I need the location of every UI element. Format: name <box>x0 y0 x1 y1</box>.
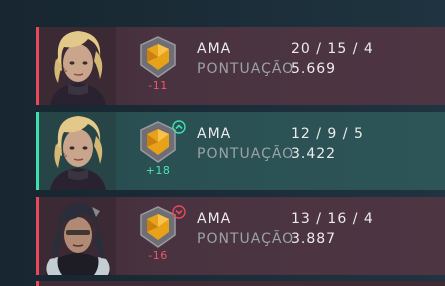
match-row[interactable]: -16 AMA PONTUAÇÃO 13 / 16 / 4 3.887 <box>36 197 445 275</box>
match-row-partial[interactable] <box>36 281 445 286</box>
blonde-agent-portrait <box>40 112 116 190</box>
kda-value: 20 / 15 / 4 <box>291 41 374 57</box>
rank-rating-change: -16 <box>148 249 168 262</box>
score-label: PONTUAÇÃO <box>197 231 295 247</box>
match-history: -11 AMA PONTUAÇÃO 20 / 15 / 4 5.669 +18 … <box>0 0 445 286</box>
blonde-agent-portrait <box>40 27 116 105</box>
win-indicator <box>36 112 39 190</box>
agent-name: AMA <box>197 41 232 57</box>
rank-gold-icon <box>138 35 178 79</box>
loss-indicator <box>36 281 39 286</box>
agent-name: AMA <box>197 126 232 142</box>
rank-up-icon <box>172 120 186 134</box>
rank-rating-change: -11 <box>148 79 168 92</box>
agent-name: AMA <box>197 211 232 227</box>
kda-value: 12 / 9 / 5 <box>291 126 364 142</box>
loss-indicator <box>36 27 39 105</box>
rank-down-icon <box>172 205 186 219</box>
score-label: PONTUAÇÃO <box>197 61 295 77</box>
dark-haired-agent-portrait <box>40 197 116 275</box>
match-row[interactable]: -11 AMA PONTUAÇÃO 20 / 15 / 4 5.669 <box>36 27 445 105</box>
score-value: 3.422 <box>291 146 337 162</box>
match-row[interactable]: +18 AMA PONTUAÇÃO 12 / 9 / 5 3.422 <box>36 112 445 190</box>
kda-value: 13 / 16 / 4 <box>291 211 374 227</box>
score-value: 3.887 <box>291 231 337 247</box>
loss-indicator <box>36 197 39 275</box>
score-label: PONTUAÇÃO <box>197 146 295 162</box>
rank-rating-change: +18 <box>145 164 171 177</box>
score-value: 5.669 <box>291 61 337 77</box>
